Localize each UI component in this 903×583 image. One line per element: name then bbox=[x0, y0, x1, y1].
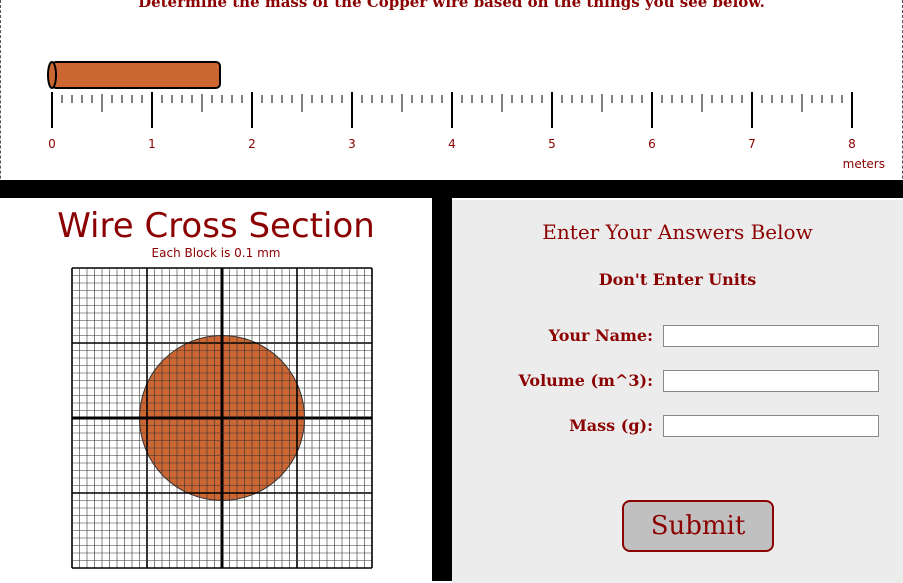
volume-label: Volume (m^3): bbox=[518, 371, 653, 390]
instruction-text: Determine the mass of the Copper wire ba… bbox=[138, 0, 765, 11]
copper-wire-end bbox=[47, 61, 57, 89]
ruler-label: 1 bbox=[148, 137, 156, 151]
ruler-label: 8 bbox=[848, 137, 856, 151]
name-label: Your Name: bbox=[548, 326, 653, 345]
ruler-label: 6 bbox=[648, 137, 656, 151]
cross-section-scale-note: Each Block is 0.1 mm bbox=[151, 246, 281, 260]
name-input[interactable] bbox=[663, 325, 879, 347]
cross-section-grid bbox=[71, 267, 373, 569]
ruler-label: 2 bbox=[248, 137, 256, 151]
mass-input[interactable] bbox=[663, 415, 879, 437]
mass-label: Mass (g): bbox=[569, 416, 653, 435]
volume-input[interactable] bbox=[663, 370, 879, 392]
ruler-label: 0 bbox=[48, 137, 56, 151]
ruler-label: 7 bbox=[748, 137, 756, 151]
ruler-label: 3 bbox=[348, 137, 356, 151]
ruler-label: 4 bbox=[448, 137, 456, 151]
answer-panel: Enter Your Answers Below Don't Enter Uni… bbox=[452, 198, 903, 583]
submit-button[interactable]: Submit bbox=[622, 500, 774, 552]
units-note: Don't Enter Units bbox=[598, 270, 757, 289]
ruler-unit-label: meters bbox=[843, 157, 885, 171]
ruler: 0 1 2 3 4 5 6 7 8 meters bbox=[47, 61, 885, 171]
cross-section-title: Wire Cross Section bbox=[57, 206, 375, 246]
cross-section-panel: Wire Cross Section Each Block is 0.1 mm bbox=[0, 198, 432, 581]
section-divider bbox=[0, 180, 903, 198]
answer-panel-title: Enter Your Answers Below bbox=[542, 220, 813, 244]
copper-wire bbox=[51, 61, 221, 89]
ruler-label: 5 bbox=[548, 137, 556, 151]
panel-divider bbox=[432, 198, 452, 581]
